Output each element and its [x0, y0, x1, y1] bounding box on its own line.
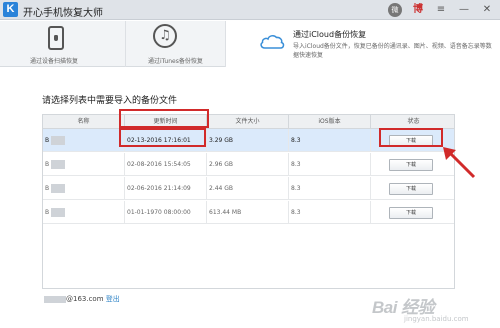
title-bar: K 开心手机恢复大师 微 博 ≡ — ✕	[0, 0, 500, 20]
header-status[interactable]: 状态	[371, 115, 456, 129]
annotation-highlight-time-header	[119, 109, 209, 128]
music-note-icon: ♫	[153, 24, 177, 48]
row-name: B	[45, 161, 50, 168]
wechat-icon[interactable]: 微	[388, 3, 402, 17]
logout-link[interactable]: 登出	[106, 295, 120, 303]
row-size: 613.44 MB	[207, 201, 289, 224]
annotation-highlight-download	[379, 128, 443, 147]
phone-icon	[48, 26, 64, 50]
account-email: @163.com	[66, 295, 104, 303]
header-ios-version[interactable]: iOS版本	[289, 115, 371, 129]
tab-itunes-backup[interactable]: ♫ 通过iTunes备份恢复	[125, 21, 225, 67]
header-name[interactable]: 名称	[43, 115, 125, 129]
row-ios: 8.3	[289, 201, 371, 224]
row-time: 02-06-2016 21:14:09	[125, 177, 207, 200]
table-row[interactable]: B 01-01-1970 08:00:00 613.44 MB 8.3 下载	[43, 201, 454, 224]
close-button[interactable]: ✕	[480, 3, 494, 17]
tab-device-scan[interactable]: 通过设备扫描恢复	[0, 21, 125, 67]
menu-icon[interactable]: ≡	[434, 3, 448, 17]
annotation-arrow-icon	[443, 147, 476, 179]
redacted-block	[51, 136, 66, 145]
row-ios: 8.3	[289, 153, 371, 176]
app-title: 开心手机恢复大师	[23, 8, 103, 19]
row-name: B	[45, 137, 50, 144]
cloud-icon	[260, 34, 285, 49]
account-bar: @163.com 登出	[42, 294, 120, 304]
tab-title: 通过iCloud备份恢复	[293, 30, 367, 39]
redacted-block	[51, 160, 66, 169]
annotation-highlight-time-cell	[119, 128, 206, 147]
row-name: B	[45, 185, 50, 192]
download-button[interactable]: 下载	[389, 207, 433, 219]
tab-label: 通过设备扫描恢复	[30, 58, 79, 65]
tab-description: 导入iCloud备份文件，恢复已备份的通讯录、图片、视频、语音备忘录等数据快速恢…	[293, 43, 492, 59]
mode-tabs: 通过设备扫描恢复 ♫ 通过iTunes备份恢复 通过iCloud备份恢复 导入i…	[0, 21, 500, 67]
table-row[interactable]: B 02-08-2016 15:54:05 2.96 GB 8.3 下载	[43, 153, 454, 176]
tab-icloud-backup[interactable]: 通过iCloud备份恢复 导入iCloud备份文件，恢复已备份的通讯录、图片、视…	[225, 21, 500, 67]
watermark-url: jingyan.baidu.com	[404, 315, 469, 323]
table-row[interactable]: B 02-06-2016 21:14:09 2.44 GB 8.3 下载	[43, 177, 454, 200]
row-time: 02-08-2016 15:54:05	[125, 153, 207, 176]
redacted-block	[51, 208, 66, 217]
row-size: 2.44 GB	[207, 177, 289, 200]
baidu-watermark: Bai 经验 jingyan.baidu.com	[364, 291, 500, 328]
app-logo-icon: K	[3, 2, 18, 17]
section-title: 请选择列表中需要导入的备份文件	[42, 96, 178, 106]
download-button[interactable]: 下载	[389, 159, 433, 171]
row-ios: 8.3	[289, 177, 371, 200]
tab-label: 通过iTunes备份恢复	[148, 58, 203, 65]
window-controls: 微 博 ≡ — ✕	[388, 3, 494, 17]
row-size: 2.96 GB	[207, 153, 289, 176]
row-time: 01-01-1970 08:00:00	[125, 201, 207, 224]
redacted-block	[44, 295, 66, 303]
header-file-size[interactable]: 文件大小	[207, 115, 289, 129]
row-ios: 8.3	[289, 129, 371, 152]
download-button[interactable]: 下载	[389, 183, 433, 195]
row-name: B	[45, 209, 50, 216]
main-panel: 请选择列表中需要导入的备份文件 名称 更新时间 文件大小 iOS版本 状态 B …	[0, 67, 500, 328]
redacted-block	[51, 184, 66, 193]
weibo-icon[interactable]: 博	[411, 3, 425, 17]
table-header: 名称 更新时间 文件大小 iOS版本 状态	[43, 115, 454, 129]
row-size: 3.29 GB	[207, 129, 289, 152]
minimize-button[interactable]: —	[457, 3, 471, 17]
